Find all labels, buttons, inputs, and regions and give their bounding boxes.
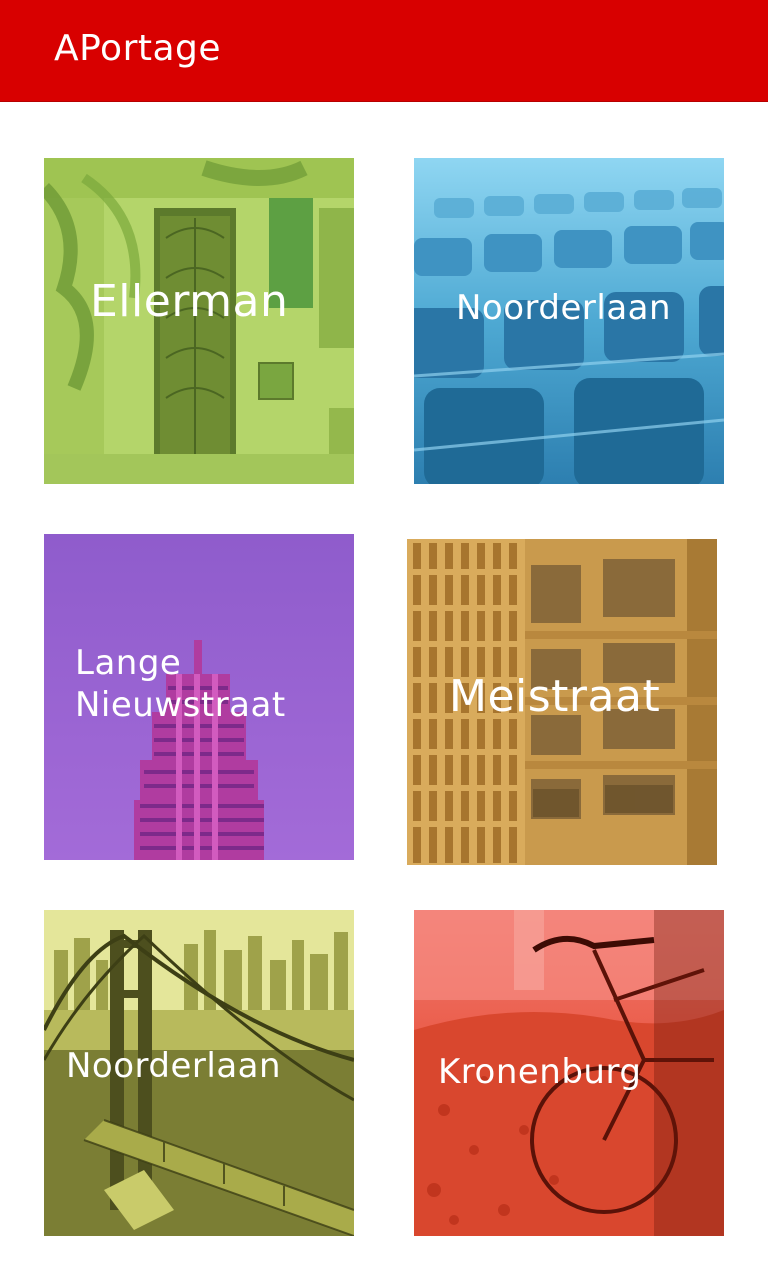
tile-meistraat[interactable]: Meistraat	[407, 539, 717, 865]
tile-noorderlaan-bridge[interactable]: Noorderlaan	[44, 910, 354, 1236]
tile-label: Noorderlaan	[456, 288, 672, 328]
tile-label: Kronenburg	[438, 1052, 642, 1092]
tile-label: Lange Nieuwstraat	[75, 643, 286, 725]
tile-kronenburg[interactable]: Kronenburg	[414, 910, 724, 1236]
tile-ellerman[interactable]: Ellerman	[44, 158, 354, 484]
app-bar: APortage	[0, 0, 768, 102]
tile-lange-nieuwstraat[interactable]: Lange Nieuwstraat	[44, 534, 354, 860]
app-title: APortage	[54, 28, 222, 69]
tile-label: Noorderlaan	[66, 1046, 282, 1086]
tile-noorderlaan-seats[interactable]: Noorderlaan	[414, 158, 724, 484]
tile-label: Ellerman	[90, 276, 289, 327]
tile-label: Meistraat	[449, 671, 661, 722]
